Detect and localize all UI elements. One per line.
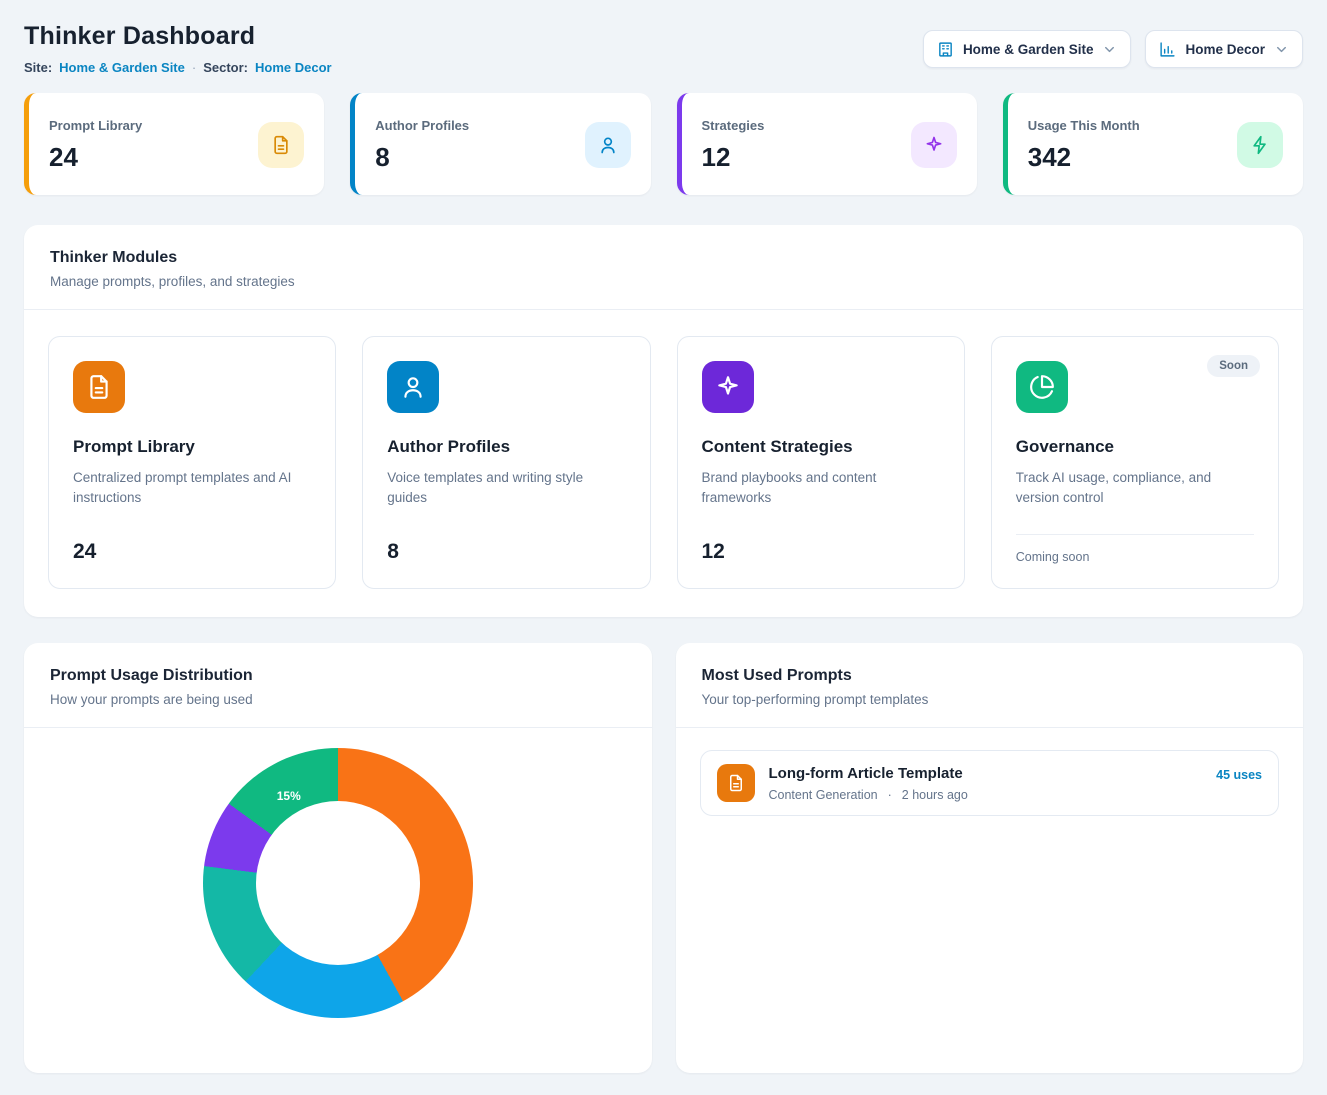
pie-chart-icon <box>1016 361 1068 413</box>
building-icon <box>937 41 954 58</box>
sector-link[interactable]: Home Decor <box>255 60 332 75</box>
stat-label: Author Profiles <box>375 118 469 133</box>
person-icon <box>387 361 439 413</box>
site-selector-label: Home & Garden Site <box>963 42 1094 57</box>
stat-value: 8 <box>375 142 469 173</box>
stat-value: 342 <box>1028 142 1140 173</box>
chevron-down-icon <box>1274 42 1289 57</box>
stat-card-usage: Usage This Month 342 <box>1003 93 1303 195</box>
stat-text: Prompt Library 24 <box>49 118 142 173</box>
coming-soon-note: Coming soon <box>1016 534 1254 564</box>
stat-value: 12 <box>702 142 765 173</box>
usage-header: Prompt Usage Distribution How your promp… <box>24 643 652 728</box>
prompt-item-title: Long-form Article Template <box>769 765 968 782</box>
header-selectors: Home & Garden Site Home Decor <box>923 30 1303 68</box>
module-card-content-strategies[interactable]: Content Strategies Brand playbooks and c… <box>677 336 965 589</box>
stat-label: Usage This Month <box>1028 118 1140 133</box>
site-selector-dropdown[interactable]: Home & Garden Site <box>923 30 1132 68</box>
chevron-down-icon <box>1102 42 1117 57</box>
separator-dot: · <box>888 788 892 802</box>
module-count: 12 <box>702 526 940 564</box>
document-icon <box>73 361 125 413</box>
prompts-header: Most Used Prompts Your top-performing pr… <box>676 643 1304 728</box>
module-card-prompt-library[interactable]: Prompt Library Centralized prompt templa… <box>48 336 336 589</box>
stat-text: Strategies 12 <box>702 118 765 173</box>
usage-donut-chart: 15% <box>203 748 473 1018</box>
prompt-item-meta: Content Generation · 2 hours ago <box>769 788 968 802</box>
prompts-title: Most Used Prompts <box>702 667 1278 685</box>
soon-badge: Soon <box>1207 355 1260 377</box>
breadcrumb: Site: Home & Garden Site · Sector: Home … <box>24 60 332 75</box>
stat-card-author-profiles: Author Profiles 8 <box>350 93 650 195</box>
prompt-item-text: Long-form Article Template Content Gener… <box>769 765 968 802</box>
modules-title: Thinker Modules <box>50 249 1277 267</box>
prompts-subtitle: Your top-performing prompt templates <box>702 692 1278 707</box>
usage-title: Prompt Usage Distribution <box>50 667 626 685</box>
module-description: Centralized prompt templates and AI inst… <box>73 468 311 509</box>
module-title: Governance <box>1016 437 1254 457</box>
sector-selector-dropdown[interactable]: Home Decor <box>1145 30 1303 68</box>
stat-text: Author Profiles 8 <box>375 118 469 173</box>
module-count: 24 <box>73 526 311 564</box>
module-description: Brand playbooks and content frameworks <box>702 468 940 509</box>
lightning-icon <box>1237 122 1283 168</box>
top-bar: Thinker Dashboard Site: Home & Garden Si… <box>24 22 1303 75</box>
bottom-row: Prompt Usage Distribution How your promp… <box>24 643 1303 1073</box>
prompt-usage-panel: Prompt Usage Distribution How your promp… <box>24 643 652 1073</box>
dashboard-page: Thinker Dashboard Site: Home & Garden Si… <box>0 0 1327 1095</box>
module-count: 8 <box>387 526 625 564</box>
stats-row: Prompt Library 24 Author Profiles 8 Stra… <box>24 93 1303 195</box>
stat-text: Usage This Month 342 <box>1028 118 1140 173</box>
sector-label: Sector: <box>203 60 248 75</box>
sector-selector-label: Home Decor <box>1185 42 1265 57</box>
stat-label: Prompt Library <box>49 118 142 133</box>
modules-subtitle: Manage prompts, profiles, and strategies <box>50 274 1277 289</box>
module-title: Author Profiles <box>387 437 625 457</box>
sparkle-star-icon <box>911 122 957 168</box>
usage-chart-area: 15% <box>24 728 652 1018</box>
prompt-time: 2 hours ago <box>902 788 968 802</box>
prompt-list-item[interactable]: Long-form Article Template Content Gener… <box>700 750 1280 816</box>
stat-card-prompt-library: Prompt Library 24 <box>24 93 324 195</box>
module-title: Content Strategies <box>702 437 940 457</box>
document-icon <box>258 122 304 168</box>
module-description: Track AI usage, compliance, and version … <box>1016 468 1254 509</box>
prompt-uses-count: 45 uses <box>1216 768 1262 782</box>
modules-header: Thinker Modules Manage prompts, profiles… <box>24 225 1303 310</box>
module-card-governance[interactable]: Soon Governance Track AI usage, complian… <box>991 336 1279 589</box>
stat-value: 24 <box>49 142 142 173</box>
prompt-category: Content Generation <box>769 788 878 802</box>
thinker-modules-panel: Thinker Modules Manage prompts, profiles… <box>24 225 1303 617</box>
stat-label: Strategies <box>702 118 765 133</box>
module-description: Voice templates and writing style guides <box>387 468 625 509</box>
donut-percent-label: 15% <box>277 789 301 803</box>
most-used-prompts-panel: Most Used Prompts Your top-performing pr… <box>676 643 1304 1073</box>
module-card-author-profiles[interactable]: Author Profiles Voice templates and writ… <box>362 336 650 589</box>
modules-grid: Prompt Library Centralized prompt templa… <box>24 310 1303 617</box>
module-title: Prompt Library <box>73 437 311 457</box>
document-icon <box>717 764 755 802</box>
header-left: Thinker Dashboard Site: Home & Garden Si… <box>24 22 332 75</box>
bar-chart-icon <box>1159 41 1176 58</box>
sparkle-star-icon <box>702 361 754 413</box>
page-title: Thinker Dashboard <box>24 22 332 51</box>
site-link[interactable]: Home & Garden Site <box>59 60 185 75</box>
site-label: Site: <box>24 60 52 75</box>
stat-card-strategies: Strategies 12 <box>677 93 977 195</box>
person-icon <box>585 122 631 168</box>
separator-dot: · <box>192 60 196 75</box>
usage-subtitle: How your prompts are being used <box>50 692 626 707</box>
